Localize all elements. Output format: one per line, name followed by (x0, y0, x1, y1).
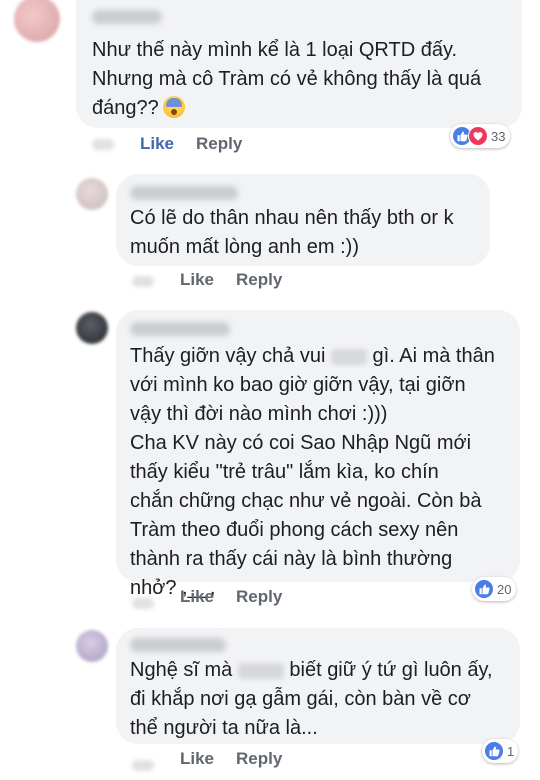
avatar[interactable] (14, 0, 60, 42)
commenter-name-redacted[interactable] (130, 638, 226, 652)
comment-line: chắn chững chạc như vẻ ngoài. Còn bà (130, 490, 482, 512)
reply-button[interactable]: Reply (196, 134, 242, 154)
comment-text-part: biết giữ ý tứ gì luôn ấy, (283, 659, 493, 681)
timestamp-redacted[interactable] (132, 598, 154, 609)
commenter-name-redacted[interactable] (130, 186, 238, 200)
comment-text-part: gì. Ai mà thân (367, 345, 495, 367)
comment-text: Nghệ sĩ mà biết giữ ý tứ gì luôn ấy, đi … (130, 656, 493, 743)
comment-line: thể người ta nữa là... (130, 717, 318, 739)
comment-line: vậy thì đời nào mình chơi :))) (130, 403, 388, 425)
commenter-name-redacted[interactable] (130, 322, 230, 336)
love-reaction-icon (468, 126, 488, 146)
comment-text: Có lẽ do thân nhau nên thấy bth or k muố… (130, 204, 454, 262)
like-reaction-icon (484, 741, 504, 761)
commenter-name-redacted[interactable] (92, 10, 162, 24)
timestamp-redacted[interactable] (132, 760, 154, 771)
comment-line: thấy kiểu "trẻ trâu" lắm kìa, ko chín (130, 461, 439, 483)
reply-button[interactable]: Reply (236, 270, 282, 290)
reaction-summary[interactable]: 33 (450, 124, 511, 148)
redacted-word (237, 662, 284, 679)
comment-line: đáng?? (92, 97, 159, 119)
reaction-summary[interactable]: 1 (482, 739, 519, 763)
reaction-count: 20 (497, 581, 512, 597)
like-button[interactable]: Like (180, 749, 214, 769)
like-reaction-icon (474, 579, 494, 599)
reaction-summary[interactable]: 20 (472, 577, 517, 601)
comment-text-part: Thấy giỡn vậy chả vui (130, 345, 331, 367)
avatar[interactable] (76, 312, 108, 344)
comment-text: Thấy giỡn vậy chả vui gì. Ai mà thân với… (130, 342, 495, 603)
reply-button[interactable]: Reply (236, 749, 282, 769)
comment-text: Như thế này mình kể là 1 loại QRTD đấy. … (92, 36, 481, 123)
comment-line: Có lẽ do thân nhau nên thấy bth or k (130, 207, 454, 229)
comment-line: Nhưng mà cô Tràm có vẻ không thấy là quá (92, 68, 482, 90)
reply-button[interactable]: Reply (236, 587, 282, 607)
like-button[interactable]: Like (140, 134, 174, 154)
avatar[interactable] (76, 178, 108, 210)
comment-line: thành ra thấy cái này là bình thường (130, 548, 453, 570)
comment-line: Như thế này mình kể là 1 loại QRTD đấy. (92, 39, 458, 61)
fearful-face-icon (162, 96, 185, 118)
comment-line: Cha KV này có coi Sao Nhập Ngũ mới (130, 432, 472, 454)
avatar[interactable] (76, 630, 108, 662)
like-button[interactable]: Like (180, 587, 214, 607)
reaction-count: 33 (491, 128, 506, 144)
redacted-word (331, 348, 367, 365)
comment-text-part: Nghệ sĩ mà (130, 659, 238, 681)
comment-line: Tràm theo đuổi phong cách sexy nên (130, 519, 459, 541)
reaction-count: 1 (507, 743, 515, 759)
comment-line: với mình ko bao giờ giỡn vậy, tại giỡn (130, 374, 466, 396)
comment-line: muốn mất lòng anh em :)) (130, 236, 359, 258)
timestamp-redacted[interactable] (92, 139, 114, 150)
timestamp-redacted[interactable] (132, 276, 154, 287)
comment-line: đi khắp nơi gạ gẫm gái, còn bàn về cơ (130, 688, 471, 710)
like-button[interactable]: Like (180, 270, 214, 290)
